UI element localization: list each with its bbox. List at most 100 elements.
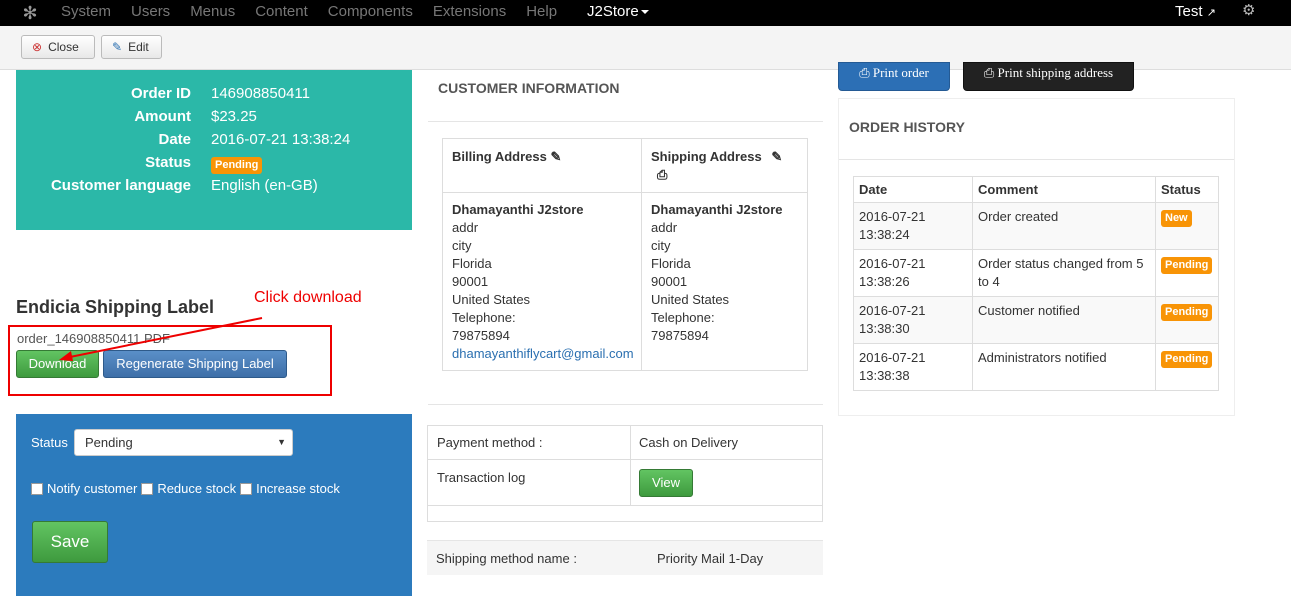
customer-language-value: English (en-GB)	[211, 177, 318, 194]
menu-item-j2store[interactable]: J2Store	[587, 0, 649, 23]
edit-shipping-icon[interactable]: ✎	[771, 149, 782, 164]
amount-value: $23.25	[211, 108, 257, 125]
billing-city: city	[452, 238, 472, 253]
history-status-cell: Pending	[1155, 296, 1219, 344]
annotation-arrow-icon	[59, 317, 263, 361]
divider	[839, 159, 1234, 160]
menu-item-menus[interactable]: Menus	[190, 0, 235, 26]
shipping-telephone-label: Telephone:	[651, 310, 715, 325]
history-status-cell: New	[1155, 202, 1219, 250]
top-nav: ✻ System Users Menus Content Components …	[0, 0, 1291, 26]
save-button[interactable]: Save	[32, 521, 108, 563]
menu-item-system[interactable]: System	[61, 0, 111, 26]
main-menu: System Users Menus Content Components Ex…	[61, 0, 577, 26]
print-shipping-address-label: Print shipping address	[997, 65, 1114, 80]
divider	[428, 121, 823, 122]
close-circle-icon: ⊗	[32, 40, 43, 54]
history-comment: Order status changed from 5 to 4	[972, 249, 1156, 297]
print-order-button[interactable]: ⎙ Print order	[838, 62, 950, 91]
order-summary: Order ID 146908850411 Amount $23.25 Date…	[16, 70, 412, 230]
table-header-row: Date Comment Status	[853, 176, 1219, 203]
print-order-label: Print order	[872, 65, 929, 80]
close-label: Close	[48, 40, 79, 54]
shipping-address-label: Shipping Address	[651, 149, 762, 164]
order-id-label: Order ID	[130, 85, 191, 102]
edit-label: Edit	[128, 40, 149, 54]
notify-customer-option[interactable]: Notify customer	[31, 481, 137, 496]
shipping-city: city	[651, 238, 671, 253]
order-history-table: Date Comment Status 2016-07-21 13:38:24 …	[853, 176, 1219, 391]
reduce-stock-label: Reduce stock	[157, 481, 237, 496]
divider	[428, 505, 822, 506]
view-transaction-log-button[interactable]: View	[639, 469, 693, 497]
external-link-icon: ↗	[1206, 7, 1216, 19]
print-icon: ⎙	[983, 65, 995, 80]
date-label: Date	[158, 131, 191, 148]
status-select-label: Status	[31, 435, 68, 450]
billing-address: Dhamayanthi J2store addr city Florida 90…	[452, 201, 634, 363]
shipping-method-label: Shipping method name :	[436, 551, 577, 566]
notify-customer-label: Notify customer	[47, 481, 138, 496]
edit-billing-icon[interactable]: ✎	[551, 149, 562, 164]
menu-item-extensions[interactable]: Extensions	[433, 0, 506, 26]
edit-button[interactable]: ✎ Edit	[101, 35, 162, 59]
billing-address-header: Billing Address ✎	[452, 149, 561, 165]
order-status-form: Status Pending ▼ Notify customer Reduce …	[16, 414, 412, 596]
reduce-stock-checkbox[interactable]	[141, 483, 154, 495]
column-header-date: Date	[853, 176, 973, 203]
gear-icon[interactable]: ⚙	[1242, 1, 1255, 21]
shipping-method-row: Shipping method name : Priority Mail 1-D…	[427, 540, 823, 575]
table-row: 2016-07-21 13:38:38 Administrators notif…	[853, 343, 1219, 391]
order-id-value: 146908850411	[211, 85, 310, 102]
menu-item-help[interactable]: Help	[526, 0, 557, 26]
user-link[interactable]: Test ↗	[1175, 0, 1216, 25]
shipping-address-header: Shipping Address ✎ ⎙	[651, 149, 782, 183]
billing-country: United States	[452, 292, 531, 307]
status-select-value: Pending	[85, 435, 133, 450]
billing-email-link[interactable]: dhamayanthiflycart@gmail.com	[452, 346, 634, 361]
history-date: 2016-07-21 13:38:30	[853, 296, 973, 344]
status-badge: Pending	[211, 157, 263, 174]
print-shipping-address-button[interactable]: ⎙ Print shipping address	[963, 62, 1134, 91]
shipping-name: Dhamayanthi J2store	[651, 202, 783, 217]
history-date: 2016-07-21 13:38:38	[853, 343, 973, 391]
menu-item-components[interactable]: Components	[328, 0, 413, 26]
print-icon: ⎙	[859, 65, 870, 80]
menu-item-content[interactable]: Content	[255, 0, 308, 26]
user-label: Test	[1175, 3, 1203, 20]
billing-zip: 90001	[452, 274, 489, 289]
billing-state: Florida	[452, 256, 492, 271]
menu-item-users[interactable]: Users	[131, 0, 170, 26]
column-header-comment: Comment	[972, 176, 1156, 203]
shipping-method-value: Priority Mail 1-Day	[657, 551, 764, 566]
increase-stock-checkbox[interactable]	[240, 483, 253, 495]
table-row: 2016-07-21 13:38:24 Order created New	[853, 202, 1219, 250]
notify-customer-checkbox[interactable]	[31, 483, 43, 495]
history-comment: Order created	[972, 202, 1156, 250]
divider	[630, 426, 631, 505]
edit-icon: ✎	[112, 40, 123, 54]
amount-label: Amount	[134, 108, 191, 125]
shipping-zip: 90001	[651, 274, 688, 289]
reduce-stock-option[interactable]: Reduce stock	[141, 481, 236, 496]
increase-stock-label: Increase stock	[256, 481, 340, 496]
status-badge: Pending	[1161, 257, 1213, 274]
billing-street: addr	[452, 220, 479, 235]
shipping-street: addr	[651, 220, 678, 235]
payment-table: Payment method : Cash on Delivery Transa…	[427, 425, 823, 522]
status-label: Status	[145, 154, 191, 171]
status-select[interactable]: Pending ▼	[74, 429, 293, 456]
select-arrow-icon: ▼	[277, 437, 286, 447]
history-status-cell: Pending	[1155, 249, 1219, 297]
history-date: 2016-07-21 13:38:26	[853, 249, 973, 297]
status-badge: New	[1161, 210, 1192, 227]
increase-stock-option[interactable]: Increase stock	[240, 481, 340, 496]
column-header-status: Status	[1155, 176, 1219, 203]
billing-address-label: Billing Address	[452, 149, 547, 164]
joomla-logo-icon[interactable]: ✻	[20, 3, 40, 23]
billing-name: Dhamayanthi J2store	[452, 202, 584, 217]
close-button[interactable]: ⊗ Close	[21, 35, 95, 59]
print-shipping-icon[interactable]: ⎙	[657, 167, 782, 183]
payment-method-label: Payment method :	[437, 435, 543, 450]
j2store-label: J2Store	[587, 3, 639, 20]
